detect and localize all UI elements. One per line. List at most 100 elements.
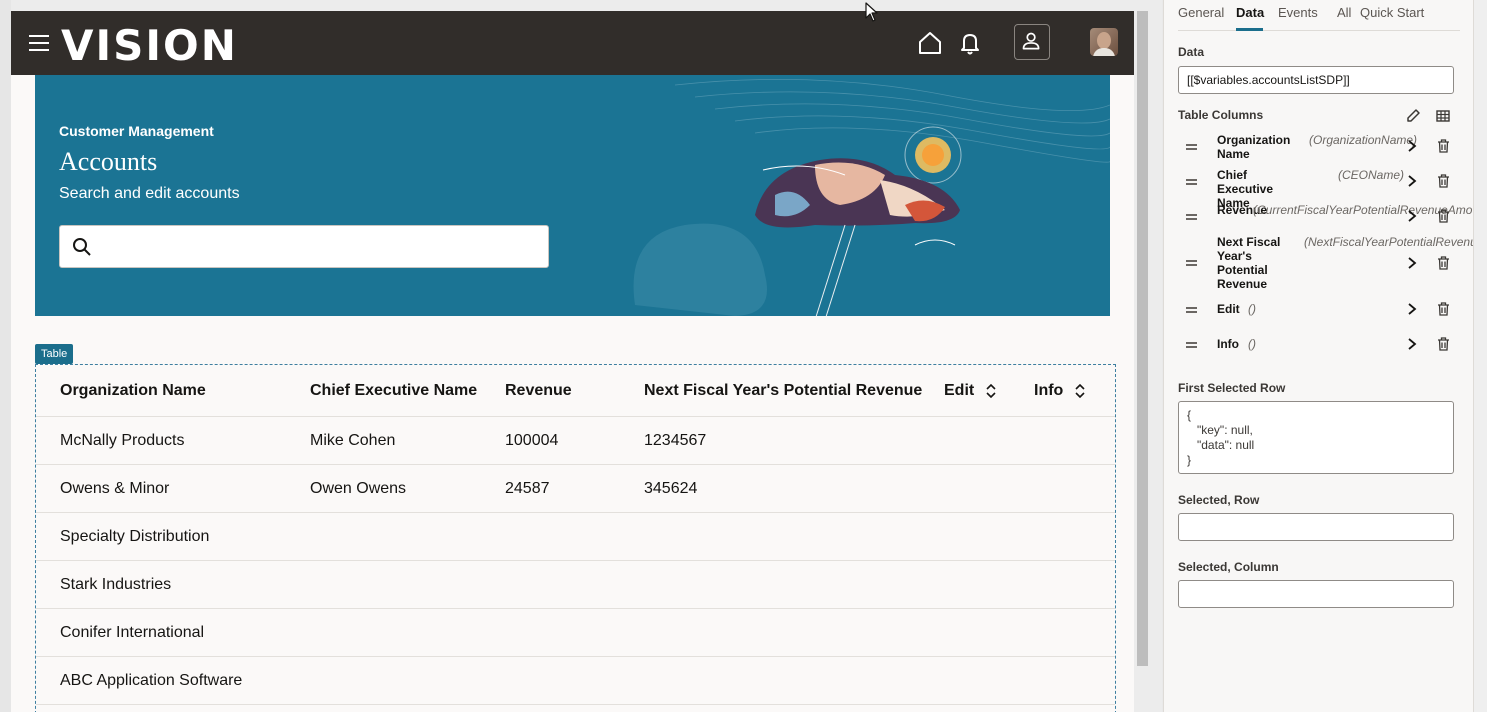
tab-general[interactable]: General xyxy=(1178,5,1224,20)
panel-edge xyxy=(1473,0,1487,712)
selected-column-field[interactable] xyxy=(1178,580,1454,608)
drag-handle-icon[interactable] xyxy=(1186,179,1197,185)
avatar[interactable] xyxy=(1090,28,1118,56)
chevron-right-icon[interactable] xyxy=(1407,303,1417,315)
hero-banner: Customer Management Accounts Search and … xyxy=(35,75,1110,316)
table-row[interactable]: ABC Application Software xyxy=(36,657,1115,705)
chevron-right-icon[interactable] xyxy=(1407,175,1417,187)
column-name: Edit xyxy=(1217,302,1240,316)
sort-icon[interactable] xyxy=(985,383,997,398)
selected-row-field[interactable] xyxy=(1178,513,1454,541)
user-icon xyxy=(1022,32,1040,50)
cell-next-fiscal-revenue: 1234567 xyxy=(644,432,707,449)
chevron-right-icon[interactable] xyxy=(1407,338,1417,350)
user-button[interactable] xyxy=(1014,24,1050,60)
trash-icon[interactable] xyxy=(1437,139,1450,153)
header-next-fiscal-revenue[interactable]: Next Fiscal Year's Potential Revenue xyxy=(644,382,922,400)
table-tag[interactable]: Table xyxy=(35,344,74,364)
trash-icon[interactable] xyxy=(1437,337,1450,351)
trash-icon[interactable] xyxy=(1437,256,1450,270)
cell-organization-name: Stark Industries xyxy=(60,576,172,593)
brand-logo: VISION xyxy=(61,21,238,70)
canvas-left-strip xyxy=(0,0,11,712)
table-column-item[interactable]: Revenue (CurrentFiscalYearPotentialReven… xyxy=(1178,203,1487,231)
tab-data[interactable]: Data xyxy=(1236,5,1264,20)
sort-icon[interactable] xyxy=(1074,383,1086,398)
table-icon[interactable] xyxy=(1435,108,1451,124)
header-revenue[interactable]: Revenue xyxy=(505,382,572,400)
table-row[interactable]: Conifer International xyxy=(36,609,1115,657)
trash-icon[interactable] xyxy=(1437,174,1450,188)
cell-organization-name: Owens & Minor xyxy=(60,480,170,497)
column-field: (NextFiscalYearPotentialRevenueAmount) xyxy=(1304,235,1487,249)
column-name: Info xyxy=(1217,337,1239,351)
header-edit-label: Edit xyxy=(944,382,975,399)
page-subtitle: Search and edit accounts xyxy=(59,185,240,202)
active-tab-indicator xyxy=(1236,28,1263,31)
header-chief-executive-name[interactable]: Chief Executive Name xyxy=(310,382,477,400)
table-row[interactable]: Owens & Minor Owen Owens 24587 345624 xyxy=(36,465,1115,513)
pencil-icon[interactable] xyxy=(1405,108,1421,124)
app-header: VISION xyxy=(11,11,1134,75)
tab-quick-start[interactable]: Quick Start xyxy=(1360,5,1424,20)
accounts-table[interactable]: Organization Name Chief Executive Name R… xyxy=(35,364,1116,712)
drag-handle-icon[interactable] xyxy=(1186,144,1197,150)
search-input[interactable] xyxy=(100,226,540,267)
drag-handle-icon[interactable] xyxy=(1186,342,1197,348)
cell-organization-name: ABC Application Software xyxy=(60,672,243,689)
trash-icon[interactable] xyxy=(1437,209,1450,223)
column-field: (OrganizationName) xyxy=(1309,133,1418,147)
cell-revenue: 24587 xyxy=(505,480,550,497)
cell-chief-executive-name: Mike Cohen xyxy=(310,432,396,449)
page-title: Accounts xyxy=(59,147,158,176)
hero-illustration xyxy=(633,78,1110,316)
table-row[interactable]: McNally Products Mike Cohen 100004 12345… xyxy=(36,417,1115,465)
header-edit[interactable]: Edit xyxy=(944,382,997,400)
home-icon[interactable] xyxy=(916,29,944,57)
table-column-item[interactable]: Organization Name (OrganizationName) xyxy=(1178,133,1460,161)
header-info[interactable]: Info xyxy=(1034,382,1086,400)
data-field[interactable]: [[$variables.accountsListSDP]] xyxy=(1178,66,1454,94)
header-info-label: Info xyxy=(1034,382,1064,399)
search-box[interactable] xyxy=(59,225,549,268)
chevron-right-icon[interactable] xyxy=(1407,257,1417,269)
cell-organization-name: Conifer International xyxy=(60,624,205,641)
first-selected-row-label: First Selected Row xyxy=(1178,381,1286,395)
tab-all[interactable]: All xyxy=(1337,5,1351,20)
table-columns-label: Table Columns xyxy=(1178,108,1264,122)
cell-next-fiscal-revenue: 345624 xyxy=(644,480,698,497)
header-organization-name[interactable]: Organization Name xyxy=(60,382,206,400)
table-column-item[interactable]: Edit () xyxy=(1178,302,1460,318)
table-header: Organization Name Chief Executive Name R… xyxy=(36,365,1115,417)
table-column-item[interactable]: Info () xyxy=(1178,337,1460,353)
column-field: () xyxy=(1248,337,1256,351)
selected-row-label: Selected, Row xyxy=(1178,493,1260,507)
column-name: Next Fiscal Year's Potential Revenue xyxy=(1217,235,1281,291)
drag-handle-icon[interactable] xyxy=(1186,260,1197,266)
tab-events[interactable]: Events xyxy=(1278,5,1318,20)
chevron-right-icon[interactable] xyxy=(1407,210,1417,222)
trash-icon[interactable] xyxy=(1437,302,1450,316)
column-name: Organization Name xyxy=(1217,133,1291,161)
properties-panel: General Data Events All Quick Start Data… xyxy=(1163,0,1487,712)
first-selected-row-field[interactable]: { "key": null, "data": null } xyxy=(1178,401,1454,474)
cell-organization-name: Specialty Distribution xyxy=(60,528,210,545)
column-field: (CEOName) xyxy=(1338,168,1405,182)
page-preview: VISION Customer Management Accounts Sear… xyxy=(11,11,1134,712)
cell-chief-executive-name: Owen Owens xyxy=(310,480,407,497)
canvas-scrollbar[interactable] xyxy=(1137,11,1148,666)
table-row[interactable]: Specialty Distribution xyxy=(36,513,1115,561)
properties-tabs: General Data Events All Quick Start xyxy=(1178,0,1460,31)
table-column-item[interactable]: Chief Executive Name (CEOName) xyxy=(1178,168,1460,210)
chevron-right-icon[interactable] xyxy=(1407,140,1417,152)
drag-handle-icon[interactable] xyxy=(1186,307,1197,313)
bell-icon[interactable] xyxy=(956,29,984,57)
menu-icon[interactable] xyxy=(29,35,49,51)
selected-column-label: Selected, Column xyxy=(1178,560,1279,574)
mouse-cursor-icon xyxy=(865,2,878,22)
table-column-item[interactable]: Next Fiscal Year's Potential Revenue (Ne… xyxy=(1178,235,1487,292)
table-row[interactable]: Stark Industries xyxy=(36,561,1115,609)
drag-handle-icon[interactable] xyxy=(1186,214,1197,220)
designer-canvas: VISION Customer Management Accounts Sear… xyxy=(0,0,1162,712)
column-name: Revenue xyxy=(1217,203,1268,217)
